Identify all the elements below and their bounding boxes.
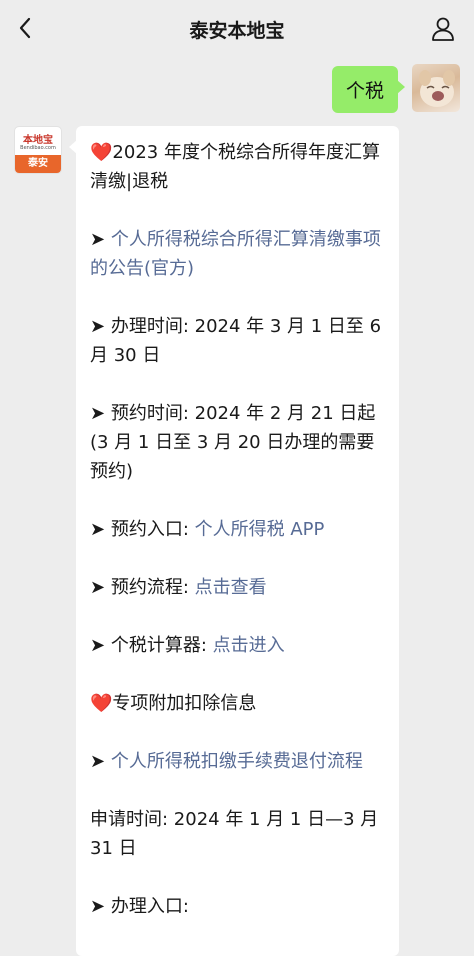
arrow-icon: ➤ [90, 229, 106, 250]
my-avatar[interactable] [412, 64, 460, 112]
my-message-bubble[interactable]: 个税 [331, 66, 406, 113]
logo-url-text: Bendibao.com [20, 145, 56, 151]
arrow-icon: ➤ [90, 896, 106, 917]
reservation-time-text: 预约时间: 2024 年 2 月 21 日起(3 月 1 日至 3 月 20 日… [90, 403, 376, 482]
section-heading: ❤️专项附加扣除信息 [90, 689, 390, 718]
arrow-icon: ➤ [90, 751, 106, 772]
my-message-text: 个税 [345, 80, 384, 102]
list-item: ➤ 个人所得税综合所得汇算清缴事项的公告(官方) [90, 225, 390, 283]
reservation-process-label: 预约流程: [110, 577, 195, 598]
profile-icon[interactable] [430, 16, 456, 42]
list-item: ➤ 预约入口: 个人所得税 APP [90, 515, 390, 544]
arrow-icon: ➤ [90, 635, 106, 656]
reservation-entry-link[interactable]: 个人所得税 APP [195, 519, 325, 540]
refund-process-link[interactable]: 个人所得税扣缴手续费退付流程 [111, 751, 363, 772]
logo-bottom-text: 泰安 [15, 155, 61, 173]
heart-icon: ❤️ [90, 693, 113, 714]
cat-photo-icon [419, 70, 455, 107]
reply-content: ❤️2023 年度个税综合所得年度汇算清缴|退税 ➤ 个人所得税综合所得汇算清缴… [90, 138, 390, 950]
list-item: ➤ 办理入口: [90, 892, 390, 921]
processing-entry-label: 办理入口: [110, 896, 189, 917]
official-account-avatar[interactable]: 本地宝 Bendibao.com 泰安 [14, 126, 62, 174]
logo-top-text: 本地宝 [23, 135, 53, 146]
arrow-icon: ➤ [90, 316, 106, 337]
list-item: ➤ 办理时间: 2024 年 3 月 1 日至 6 月 30 日 [90, 312, 390, 370]
heading-text: 专项附加扣除信息 [112, 693, 257, 714]
reply-message-bubble: ❤️2023 年度个税综合所得年度汇算清缴|退税 ➤ 个人所得税综合所得汇算清缴… [69, 126, 399, 956]
reservation-entry-label: 预约入口: [110, 519, 195, 540]
announcement-link[interactable]: 个人所得税综合所得汇算清缴事项的公告(官方) [90, 229, 381, 279]
list-item: ➤ 预约时间: 2024 年 2 月 21 日起(3 月 1 日至 3 月 20… [90, 399, 390, 486]
top-bar: 泰安本地宝 [0, 0, 474, 56]
chat-title: 泰安本地宝 [189, 20, 285, 42]
reservation-process-link[interactable]: 点击查看 [195, 577, 267, 598]
heart-icon: ❤️ [90, 142, 113, 163]
arrow-icon: ➤ [90, 403, 106, 424]
section-heading: ❤️2023 年度个税综合所得年度汇算清缴|退税 [90, 138, 390, 196]
arrow-icon: ➤ [90, 519, 106, 540]
heading-text: 2023 年度个税综合所得年度汇算清缴|退税 [90, 142, 380, 192]
processing-time-text: 办理时间: 2024 年 3 月 1 日至 6 月 30 日 [90, 316, 382, 366]
list-item: ➤ 预约流程: 点击查看 [90, 573, 390, 602]
list-item: ➤ 个税计算器: 点击进入 [90, 631, 390, 660]
list-item: ➤ 个人所得税扣缴手续费退付流程 [90, 747, 390, 776]
application-time-text: 申请时间: 2024 年 1 月 1 日—3 月 31 日 [90, 809, 379, 859]
tax-calculator-link[interactable]: 点击进入 [213, 635, 285, 656]
arrow-icon: ➤ [90, 577, 106, 598]
tax-calculator-label: 个税计算器: [110, 635, 213, 656]
